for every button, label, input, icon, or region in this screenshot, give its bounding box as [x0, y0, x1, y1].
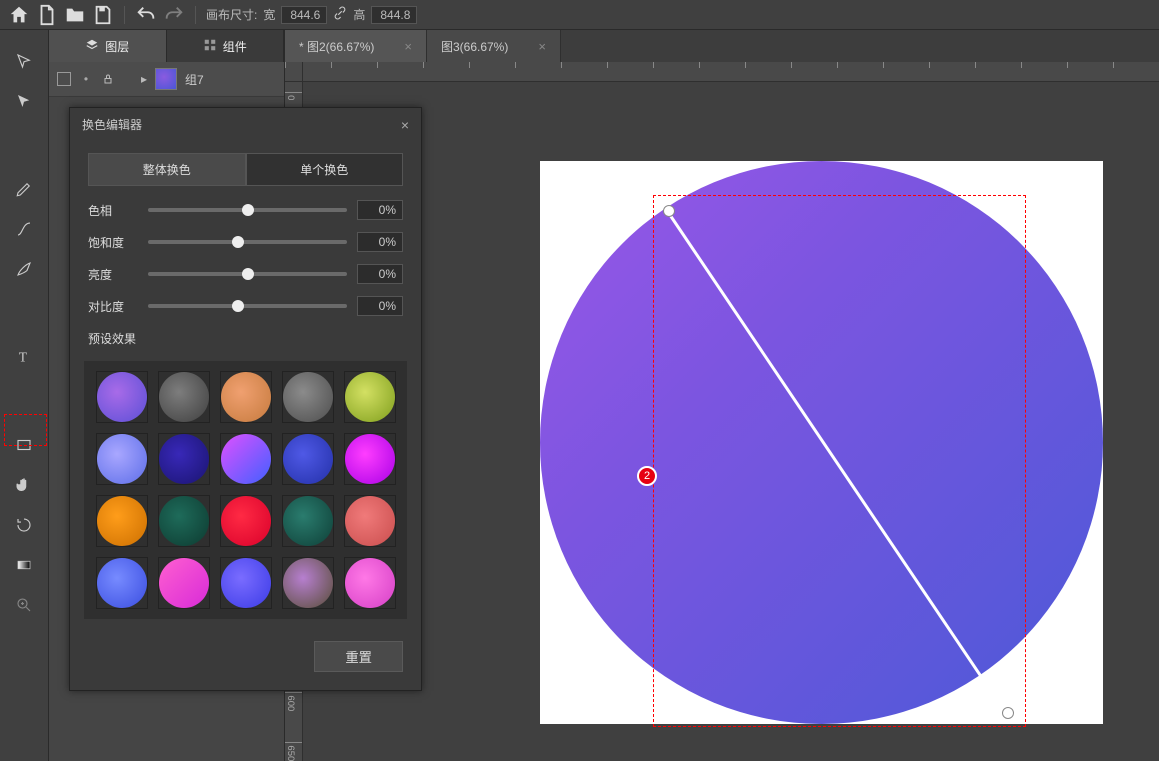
preset-swatch[interactable]	[96, 557, 148, 609]
annotation-badge-2: 2	[637, 466, 657, 486]
close-icon[interactable]: ×	[538, 39, 546, 54]
preset-swatch-grid	[84, 361, 407, 619]
preset-swatch[interactable]	[158, 371, 210, 423]
preset-swatch[interactable]	[282, 495, 334, 547]
preset-swatch[interactable]	[96, 495, 148, 547]
tab-components[interactable]: 组件	[167, 30, 285, 62]
preset-swatch[interactable]	[344, 433, 396, 485]
layer-thumbnail	[155, 68, 177, 90]
tab-layers[interactable]: 图层	[49, 30, 167, 62]
gradient-handle-start[interactable]	[663, 205, 675, 217]
preset-swatch[interactable]	[158, 557, 210, 609]
pen-tool-icon[interactable]	[15, 176, 33, 202]
tab-layers-label: 图层	[105, 38, 129, 55]
zoom-tool-icon[interactable]	[15, 592, 33, 618]
doc-tab-0-label: * 图2(66.67%)	[299, 38, 374, 55]
link-dimensions-icon[interactable]	[333, 6, 347, 23]
recolor-editor-panel: 换色编辑器 × 整体换色 单个换色 色相 0% 饱和度 0% 亮度 0% 对比度…	[69, 107, 422, 691]
editor-title: 换色编辑器	[82, 116, 142, 133]
text-tool-icon[interactable]: T	[15, 344, 33, 370]
contrast-label: 对比度	[88, 298, 138, 315]
new-file-icon[interactable]	[36, 4, 58, 26]
preset-swatch[interactable]	[220, 495, 272, 547]
height-label: 高	[353, 6, 365, 23]
tab-whole-recolor[interactable]: 整体换色	[88, 153, 246, 186]
hand-tool-icon[interactable]	[15, 472, 33, 498]
gradient-tool-icon[interactable]	[15, 552, 33, 578]
layer-row[interactable]: • ▸ 组7	[49, 62, 284, 97]
close-icon[interactable]: ×	[401, 117, 409, 133]
doc-tab-1-label: 图3(66.67%)	[441, 38, 508, 55]
topbar: 画布尺寸: 宽 844.6 高 844.8	[0, 0, 1159, 30]
lightness-label: 亮度	[88, 266, 138, 283]
saturation-slider[interactable]	[148, 240, 347, 244]
preset-swatch[interactable]	[220, 371, 272, 423]
preset-swatch[interactable]	[344, 557, 396, 609]
preset-label: 预设效果	[70, 322, 421, 355]
contrast-value[interactable]: 0%	[357, 296, 403, 316]
lock-icon[interactable]	[101, 72, 115, 86]
canvas-width-input[interactable]: 844.6	[281, 6, 327, 24]
canvas-height-input[interactable]: 844.8	[371, 6, 417, 24]
preset-swatch[interactable]	[282, 557, 334, 609]
ruler-tick-label: 650	[285, 745, 295, 761]
canvas-size-label: 画布尺寸:	[206, 6, 257, 23]
preset-swatch[interactable]	[158, 495, 210, 547]
preset-swatch[interactable]	[282, 433, 334, 485]
lightness-value[interactable]: 0%	[357, 264, 403, 284]
reset-button[interactable]: 重置	[314, 641, 403, 672]
preset-swatch[interactable]	[220, 557, 272, 609]
selection-box	[653, 195, 1026, 727]
gradient-handle-end[interactable]	[1002, 707, 1014, 719]
expand-arrow-icon[interactable]: ▸	[141, 72, 147, 86]
annotation-frame-1	[4, 414, 47, 446]
undo-icon[interactable]	[135, 4, 157, 26]
components-icon	[203, 38, 217, 55]
svg-text:T: T	[19, 350, 28, 365]
hue-value[interactable]: 0%	[357, 200, 403, 220]
open-folder-icon[interactable]	[64, 4, 86, 26]
direct-select-tool-icon[interactable]	[15, 88, 33, 114]
preset-swatch[interactable]	[344, 495, 396, 547]
contrast-slider[interactable]	[148, 304, 347, 308]
preset-swatch[interactable]	[282, 371, 334, 423]
tab-components-label: 组件	[223, 38, 247, 55]
preset-swatch[interactable]	[158, 433, 210, 485]
close-icon[interactable]: ×	[404, 39, 412, 54]
preset-swatch[interactable]	[96, 433, 148, 485]
rotate-tool-icon[interactable]	[15, 512, 33, 538]
width-label: 宽	[263, 6, 275, 23]
tab-single-recolor[interactable]: 单个换色	[246, 153, 404, 186]
hue-label: 色相	[88, 202, 138, 219]
preset-swatch[interactable]	[96, 371, 148, 423]
doc-tab-1[interactable]: 图3(66.67%) ×	[427, 30, 561, 62]
ruler-tick-label: 0	[285, 95, 295, 100]
redo-icon[interactable]	[163, 4, 185, 26]
home-icon[interactable]	[8, 4, 30, 26]
ruler-tick-label: 600	[285, 695, 295, 711]
preset-swatch[interactable]	[344, 371, 396, 423]
layer-name: 组7	[185, 71, 204, 88]
visibility-toggle[interactable]	[57, 72, 71, 86]
saturation-label: 饱和度	[88, 234, 138, 251]
hue-slider[interactable]	[148, 208, 347, 212]
doc-tab-0[interactable]: * 图2(66.67%) ×	[285, 30, 427, 62]
layer-options-icon[interactable]: •	[79, 72, 93, 86]
layers-icon	[85, 38, 99, 55]
saturation-value[interactable]: 0%	[357, 232, 403, 252]
ruler-horizontal: -350-300-250-200-150-100-500501001502002…	[303, 62, 1159, 82]
save-icon[interactable]	[92, 4, 114, 26]
tool-column: T	[0, 30, 49, 761]
brush-tool-icon[interactable]	[15, 256, 33, 282]
curve-tool-icon[interactable]	[15, 216, 33, 242]
move-tool-icon[interactable]	[15, 48, 33, 74]
lightness-slider[interactable]	[148, 272, 347, 276]
preset-swatch[interactable]	[220, 433, 272, 485]
